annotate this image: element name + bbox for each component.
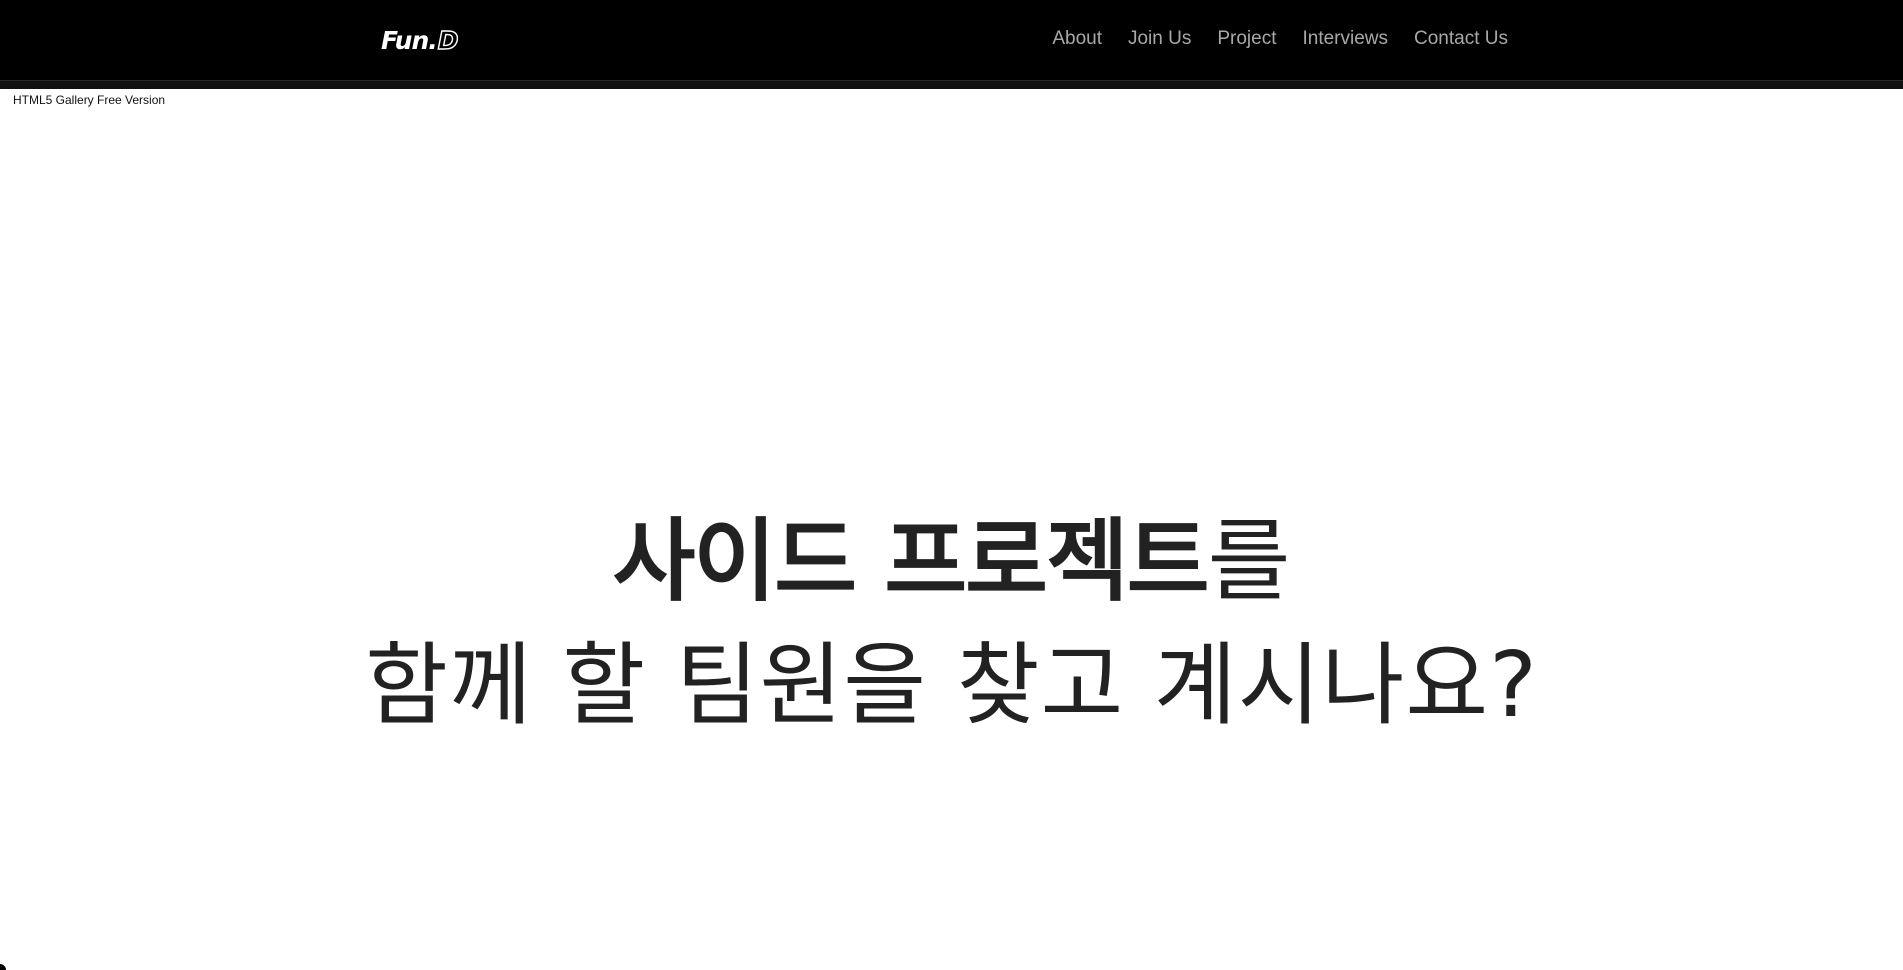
hero-headline-line2: 함께 할 팀원을 찾고 계시나요? (365, 633, 1538, 738)
nav-item-about: About (1052, 24, 1102, 54)
nav-item-interviews: Interviews (1302, 24, 1388, 54)
gallery-version-note: HTML5 Gallery Free Version (13, 93, 166, 107)
top-navbar: Fun. D About Join Us Project Interviews C… (0, 0, 1903, 89)
hero-headline-bold: 사이드 프로젝트 (612, 509, 1210, 614)
nav-link-interviews[interactable]: Interviews (1302, 28, 1388, 49)
nav-link-contact-us[interactable]: Contact Us (1414, 28, 1508, 49)
hero-headline-line1: 사이드 프로젝트를 (0, 500, 1903, 624)
navbar-divider (0, 80, 1903, 81)
hero-section: 사이드 프로젝트를 함께 할 팀원을 찾고 계시나요? (0, 500, 1903, 748)
nav-item-project: Project (1217, 24, 1276, 54)
hero-headline-particle: 를 (1207, 509, 1291, 614)
logo-accent-letter: D (437, 25, 459, 55)
logo-text: Fun. (381, 25, 438, 55)
page: Fun. D About Join Us Project Interviews C… (0, 0, 1903, 970)
nav-menu: About Join Us Project Interviews Contact… (1052, 24, 1508, 54)
corner-decoration (0, 964, 6, 970)
site-logo[interactable]: Fun. D (381, 22, 459, 58)
nav-link-about[interactable]: About (1052, 28, 1102, 49)
nav-item-join-us: Join Us (1128, 24, 1191, 54)
nav-link-join-us[interactable]: Join Us (1128, 28, 1191, 49)
nav-item-contact-us: Contact Us (1414, 24, 1508, 54)
nav-link-project[interactable]: Project (1217, 28, 1276, 49)
